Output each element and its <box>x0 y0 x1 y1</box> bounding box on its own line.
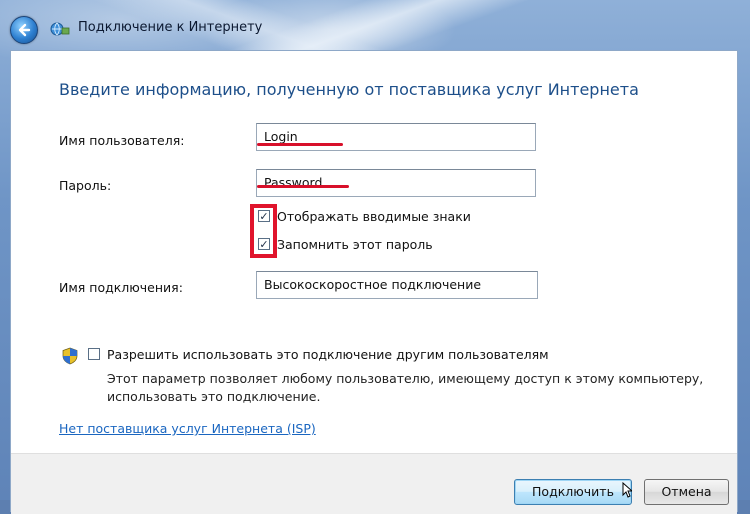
password-annotation-underline <box>257 185 349 188</box>
password-field[interactable]: Password <box>256 169 536 197</box>
share-connection-checkbox[interactable] <box>88 348 100 360</box>
uac-shield-icon <box>62 347 78 365</box>
remember-password-label[interactable]: Запомнить этот пароль <box>277 237 433 252</box>
back-arrow-icon <box>18 23 31 37</box>
connect-button[interactable]: Подключить <box>514 479 632 505</box>
share-connection-label[interactable]: Разрешить использовать это подключение д… <box>107 347 549 362</box>
username-label: Имя пользователя: <box>59 133 185 148</box>
username-annotation-underline <box>257 143 343 146</box>
content-panel: Введите информацию, полученную от постав… <box>10 50 738 514</box>
show-chars-label[interactable]: Отображать вводимые знаки <box>277 209 471 224</box>
share-description-line2: использовать это подключение. <box>107 389 321 404</box>
connection-name-label: Имя подключения: <box>59 280 183 295</box>
mouse-cursor-icon <box>622 482 632 498</box>
network-connection-icon <box>50 22 70 36</box>
window-title: Подключение к Интернету <box>78 20 263 35</box>
no-isp-link[interactable]: Нет поставщика услуг Интернета (ISP) <box>59 421 316 436</box>
connection-name-field[interactable]: Высокоскоростное подключение <box>256 271 538 299</box>
remember-password-checkbox[interactable]: ✓ <box>258 238 270 250</box>
page-heading: Введите информацию, полученную от постав… <box>59 80 639 99</box>
share-description-line1: Этот параметр позволяет любому пользоват… <box>107 371 704 386</box>
back-button[interactable] <box>10 16 38 44</box>
password-label: Пароль: <box>59 178 112 193</box>
cancel-button[interactable]: Отмена <box>644 479 729 505</box>
username-field[interactable]: Login <box>256 123 536 151</box>
show-chars-checkbox[interactable]: ✓ <box>258 210 270 222</box>
